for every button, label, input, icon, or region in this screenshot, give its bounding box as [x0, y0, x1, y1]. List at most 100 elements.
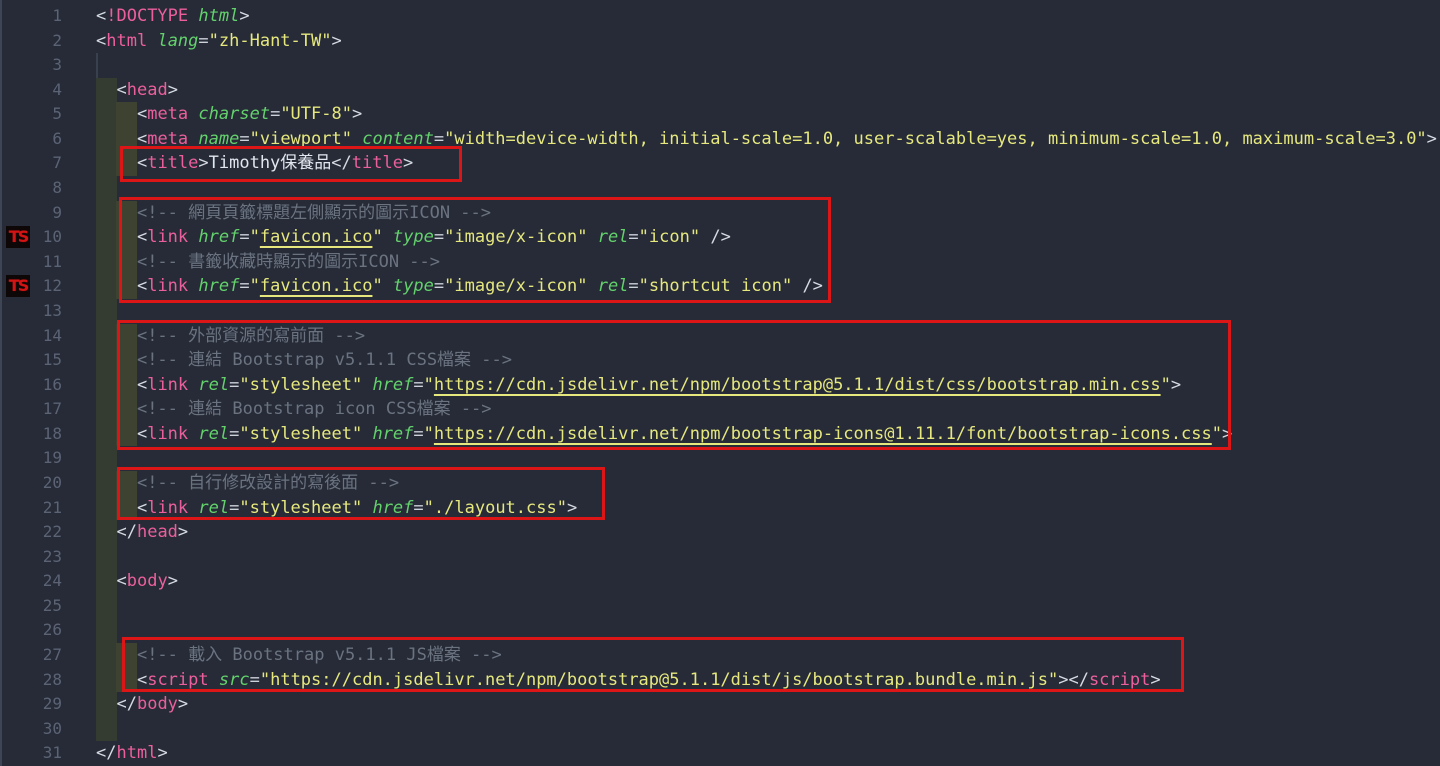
code-line[interactable]: 1 <!DOCTYPE html>	[0, 4, 1440, 29]
line-number[interactable]: 25	[0, 594, 62, 619]
code-text: <!-- 連結 Bootstrap icon CSS檔案 -->	[96, 397, 492, 422]
line-number[interactable]: 17	[0, 397, 62, 422]
code-text: <head>	[96, 78, 178, 103]
line-number[interactable]: 18	[0, 422, 62, 447]
line-number[interactable]: 21	[0, 496, 62, 521]
line-number[interactable]: 16	[0, 373, 62, 398]
token-tag: meta	[147, 129, 188, 149]
line-number[interactable]: 7	[0, 151, 62, 176]
token-p: >	[1058, 670, 1068, 690]
code-text: <link rel="stylesheet" href="https://cdn…	[96, 422, 1232, 447]
token-eq: =	[229, 498, 239, 518]
code-line[interactable]: 3	[0, 53, 1440, 78]
line-number[interactable]: 29	[0, 692, 62, 717]
indent-guide-block	[96, 299, 117, 324]
token-com: <!-- 連結 Bootstrap icon CSS檔案 -->	[137, 399, 492, 419]
token-p	[188, 104, 198, 124]
code-line[interactable]: 26	[0, 618, 1440, 643]
code-area[interactable]: 1 <!DOCTYPE html> 2 <html lang="zh-Hant-TW"…	[0, 4, 1440, 766]
code-text: <!DOCTYPE html>	[96, 4, 250, 29]
code-line[interactable]: 8	[0, 176, 1440, 201]
code-line[interactable]: 28 <script src="https://cdn.jsdelivr.net…	[0, 668, 1440, 693]
token-str: "width=device-width, initial-scale=1.0, …	[444, 129, 1427, 149]
token-p: >	[239, 6, 249, 26]
token-attr: rel	[198, 424, 229, 444]
code-text: </html>	[96, 741, 168, 766]
line-number[interactable]: 15	[0, 348, 62, 373]
token-str: "	[424, 498, 434, 518]
code-line[interactable]: 23	[0, 545, 1440, 570]
line-number[interactable]: 6	[0, 127, 62, 152]
line-number[interactable]: 4	[0, 78, 62, 103]
code-line[interactable]: 27 <!-- 載入 Bootstrap v5.1.1 JS檔案 -->	[0, 643, 1440, 668]
token-com: <!-- 自行修改設計的寫後面 -->	[137, 473, 399, 493]
line-number[interactable]: 22	[0, 520, 62, 545]
line-number[interactable]: 13	[0, 299, 62, 324]
line-number[interactable]: 27	[0, 643, 62, 668]
line-number[interactable]: 26	[0, 618, 62, 643]
code-line[interactable]: 19	[0, 446, 1440, 471]
line-number[interactable]: 23	[0, 545, 62, 570]
code-line[interactable]: 21 <link rel="stylesheet" href="./layout…	[0, 496, 1440, 521]
line-number[interactable]: 31	[0, 741, 62, 766]
token-str: "	[260, 670, 270, 690]
code-line[interactable]: 7 <title>Timothy保養品</title>	[0, 151, 1440, 176]
code-line[interactable]: 22 </head>	[0, 520, 1440, 545]
line-number[interactable]: 11	[0, 250, 62, 275]
code-text: <html lang="zh-Hant-TW">	[96, 29, 342, 54]
line-number[interactable]: 14	[0, 324, 62, 349]
code-line[interactable]: 6 <meta name="viewport" content="width=d…	[0, 127, 1440, 152]
code-line[interactable]: 14 <!-- 外部資源的寫前面 -->	[0, 324, 1440, 349]
token-p: <	[96, 6, 106, 26]
token-p: <	[116, 80, 126, 100]
code-line[interactable]: 16 <link rel="stylesheet" href="https://…	[0, 373, 1440, 398]
code-text: <link href="favicon.ico" type="image/x-i…	[96, 225, 731, 250]
line-number[interactable]: 5	[0, 102, 62, 127]
line-number[interactable]: 30	[0, 717, 62, 742]
token-attr: rel	[598, 276, 629, 296]
token-p	[188, 375, 198, 395]
token-tag: link	[147, 227, 188, 247]
code-line[interactable]: 24 <body>	[0, 569, 1440, 594]
code-line[interactable]: 5 <meta charset="UTF-8">	[0, 102, 1440, 127]
code-line[interactable]: 2 <html lang="zh-Hant-TW">	[0, 29, 1440, 54]
code-line[interactable]: 31 </html>	[0, 741, 1440, 766]
line-number[interactable]: 1	[0, 4, 62, 29]
token-tag: link	[147, 375, 188, 395]
token-attr: rel	[198, 375, 229, 395]
token-p	[188, 129, 198, 149]
token-attr: lang	[157, 31, 198, 51]
code-line[interactable]: 15 <!-- 連結 Bootstrap v5.1.1 CSS檔案 -->	[0, 348, 1440, 373]
code-line[interactable]: 20 <!-- 自行修改設計的寫後面 -->	[0, 471, 1440, 496]
code-line[interactable]: 30	[0, 717, 1440, 742]
line-number[interactable]: 24	[0, 569, 62, 594]
code-line[interactable]: 29 </body>	[0, 692, 1440, 717]
code-line[interactable]: 25	[0, 594, 1440, 619]
token-p: <	[137, 104, 147, 124]
line-number[interactable]: 9	[0, 201, 62, 226]
token-link: ./layout.css	[434, 498, 557, 518]
code-line[interactable]: 4 <head>	[0, 78, 1440, 103]
code-line[interactable]: 11 <!-- 書籤收藏時顯示的圖示ICON -->	[0, 250, 1440, 275]
token-eq: =	[198, 31, 208, 51]
code-line[interactable]: 9 <!-- 網頁頁籤標題左側顯示的圖示ICON -->	[0, 201, 1440, 226]
token-p	[383, 227, 393, 247]
code-text: <script src="https://cdn.jsdelivr.net/np…	[96, 668, 1161, 693]
code-line[interactable]: 10TS <link href="favicon.ico" type="imag…	[0, 225, 1440, 250]
line-number[interactable]: 20	[0, 471, 62, 496]
line-number[interactable]: 2	[0, 29, 62, 54]
code-line[interactable]: 17 <!-- 連結 Bootstrap icon CSS檔案 -->	[0, 397, 1440, 422]
token-p: >	[403, 153, 413, 173]
token-link: https://cdn.jsdelivr.net/npm/bootstrap@5…	[434, 375, 1161, 395]
code-line[interactable]: 18 <link rel="stylesheet" href="https://…	[0, 422, 1440, 447]
code-line[interactable]: 12TS <link href="favicon.ico" type="imag…	[0, 274, 1440, 299]
line-number[interactable]: 28	[0, 668, 62, 693]
line-number[interactable]: 3	[0, 53, 62, 78]
token-p: </	[1068, 670, 1088, 690]
token-p: </	[96, 743, 116, 763]
line-number[interactable]: 8	[0, 176, 62, 201]
line-number[interactable]: 19	[0, 446, 62, 471]
code-line[interactable]: 13	[0, 299, 1440, 324]
token-str: "	[1212, 424, 1222, 444]
token-tag: html	[116, 743, 157, 763]
